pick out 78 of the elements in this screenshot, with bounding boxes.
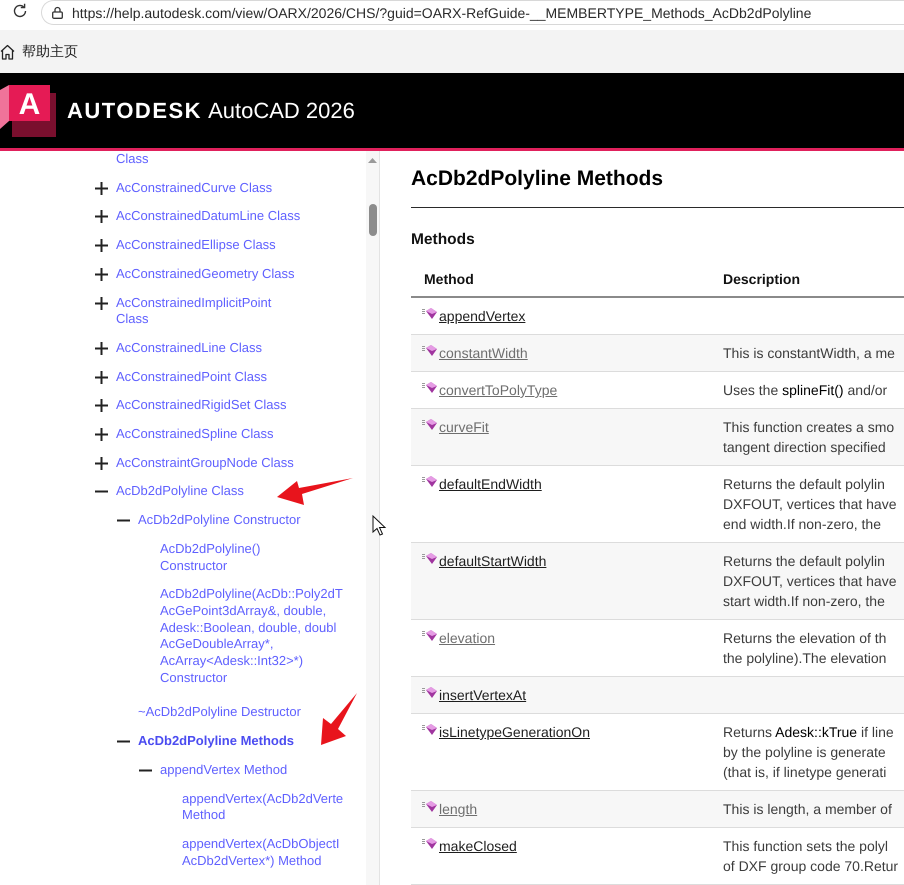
plus-icon[interactable] xyxy=(95,428,108,442)
description-text: Returns Adesk::kTrue if line by the polyline is generate (that is, if linetype generati xyxy=(723,723,895,782)
nav-link[interactable]: AcDb2dPolyline() Constructor xyxy=(160,540,260,574)
description-text: This is length, a member of xyxy=(723,800,893,819)
bookmark-link[interactable]: 帮助主页 xyxy=(0,42,78,60)
scrollbar-thumb[interactable] xyxy=(368,204,376,236)
diamond-icon xyxy=(422,629,438,642)
plus-icon[interactable] xyxy=(95,182,108,195)
page-title: AcDb2dPolyline Methods xyxy=(411,166,664,192)
description-text: This is constantWidth, a me xyxy=(723,344,896,363)
diamond-icon xyxy=(422,344,438,357)
diamond-icon xyxy=(422,723,438,736)
diamond-icon xyxy=(422,307,438,320)
method-link[interactable]: insertVertexAt xyxy=(439,685,526,705)
logo: A xyxy=(0,84,56,136)
plus-icon[interactable] xyxy=(95,296,108,310)
nav-link[interactable]: AcConstrainedPoint Class xyxy=(116,368,268,386)
brand-name: AUTODESK xyxy=(67,98,202,124)
plus-icon[interactable] xyxy=(95,268,108,281)
scroll-up-icon[interactable] xyxy=(368,158,377,163)
nav-link[interactable]: appendVertex(AcDb2dVerte Method xyxy=(182,790,344,824)
nav-link[interactable]: AcConstrainedDatumLine Class xyxy=(116,208,300,226)
nav-link[interactable]: Class xyxy=(116,151,149,168)
description-text: This function sets the polyl of DXF group code 70.Retur xyxy=(723,837,900,876)
description-text: Uses the splineFit() and/or xyxy=(723,381,888,400)
nav-link[interactable]: AcDb2dPolyline Constructor xyxy=(138,512,301,529)
method-link[interactable]: elevation xyxy=(439,628,496,648)
nav-link[interactable]: appendVertex Method xyxy=(160,762,288,779)
nav-link[interactable]: AcDb2dPolyline Class xyxy=(116,483,244,500)
plus-icon[interactable] xyxy=(95,399,108,412)
nav-link[interactable]: ~AcDb2dPolyline Destructor xyxy=(138,704,301,722)
description-text: Returns the default polylin DXFOUT, vertices that have start width.If non-zero, the xyxy=(723,552,898,611)
section-heading: Methods xyxy=(411,230,476,250)
diamond-icon xyxy=(422,475,438,488)
description-text: Returns the elevation of th the polyline).The elevation xyxy=(723,629,888,668)
nav-link[interactable]: AcDb2dPolyline Methods xyxy=(138,733,294,750)
lock-icon xyxy=(52,6,63,19)
annotation-arrow xyxy=(321,693,357,745)
nav-link[interactable]: AcConstraintGroupNode Class xyxy=(116,454,294,472)
diamond-icon xyxy=(422,381,438,394)
address-field[interactable]: https://help.autodesk.com/view/OARX/2026/CHS/?guid=OARX-RefGuide-__MEMBERTYPE_Methods_AcDb2dPolyline xyxy=(41,0,904,25)
method-link[interactable]: convertToPolyType xyxy=(439,380,558,400)
column-header: Description xyxy=(723,271,802,287)
diamond-icon xyxy=(422,800,438,813)
nav-link[interactable]: AcDb2dPolyline(AcDb::Poly2dT AcGePoint3dArray&, double, Adesk::Boolean, double, doubl AcGeDoubleArray*, AcArray<Adesk::Int32>*) Constructor xyxy=(160,586,343,686)
method-link[interactable]: defaultStartWidth xyxy=(439,551,546,571)
column-header: Method xyxy=(423,271,475,287)
nav-link[interactable]: AcConstrainedSpline Class xyxy=(116,426,274,443)
reload-icon[interactable] xyxy=(12,3,28,19)
method-link[interactable]: length xyxy=(439,799,478,819)
product-name: AutoCAD 2026 xyxy=(208,98,355,124)
method-link[interactable]: defaultEndWidth xyxy=(439,474,542,494)
plus-icon[interactable] xyxy=(95,239,108,252)
diamond-icon xyxy=(422,837,438,850)
nav-link[interactable]: AcConstrainedRigidSet Class xyxy=(116,397,287,414)
diamond-icon xyxy=(422,686,438,699)
plus-icon[interactable] xyxy=(95,210,108,224)
diamond-icon xyxy=(422,418,438,431)
nav-link[interactable]: AcConstrainedImplicitPoint Class xyxy=(116,294,272,328)
diamond-icon xyxy=(422,552,438,565)
method-link[interactable]: isLinetypeGenerationOn xyxy=(439,722,590,742)
nav-link[interactable]: AcConstrainedCurve Class xyxy=(116,180,272,196)
method-link[interactable]: curveFit xyxy=(439,417,489,437)
method-link[interactable]: constantWidth xyxy=(439,343,528,363)
method-link[interactable]: makeClosed xyxy=(439,836,517,856)
nav-link[interactable]: AcConstrainedLine Class xyxy=(116,340,262,357)
nav-link[interactable]: appendVertex(AcDbObjectI AcDb2dVertex*) Method xyxy=(182,836,340,870)
method-link[interactable]: appendVertex xyxy=(439,306,526,326)
plus-icon[interactable] xyxy=(95,342,108,355)
mouse-pointer-icon xyxy=(372,514,386,536)
description-text: This function creates a smo tangent direction specified xyxy=(723,418,896,457)
nav-link[interactable]: AcConstrainedEllipse Class xyxy=(116,237,276,254)
scrollbar[interactable] xyxy=(366,151,379,885)
plus-icon[interactable] xyxy=(95,456,108,470)
home-icon xyxy=(0,44,15,60)
nav-link[interactable]: AcConstrainedGeometry Class xyxy=(116,266,294,283)
plus-icon[interactable] xyxy=(95,370,108,384)
description-text: Returns the default polylin DXFOUT, vertices that have end width.If non-zero, the xyxy=(723,475,898,534)
